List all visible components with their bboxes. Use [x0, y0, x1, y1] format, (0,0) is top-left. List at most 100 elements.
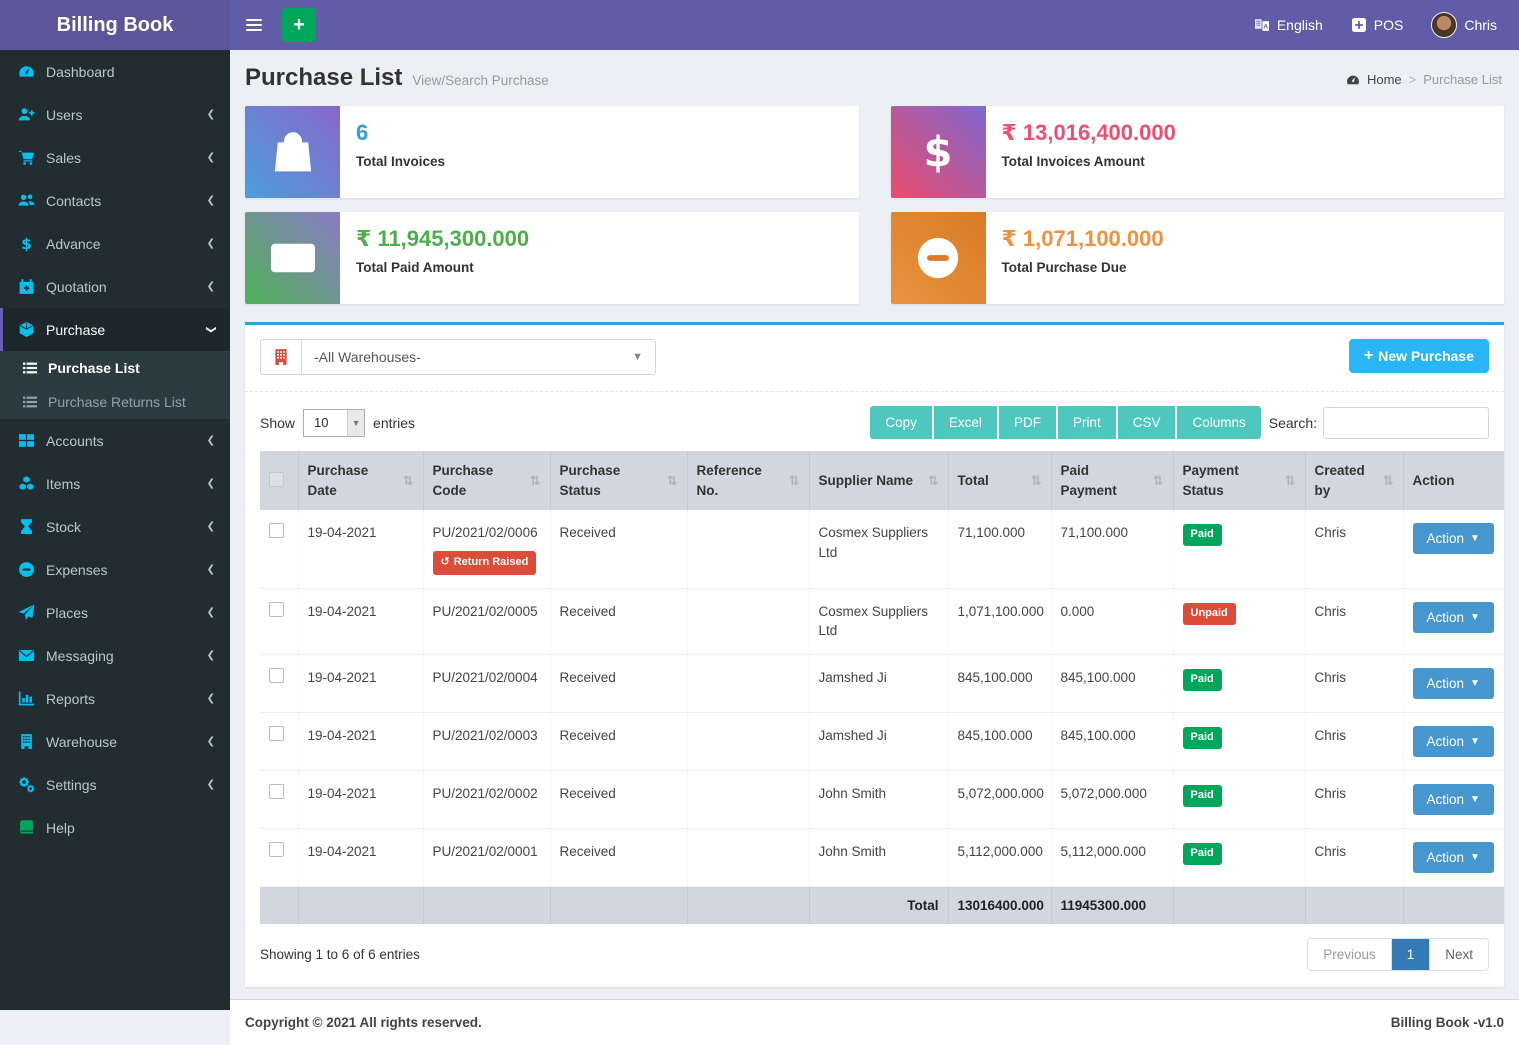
- column-header-paid-payment[interactable]: Paid Payment⇅: [1051, 451, 1173, 510]
- action-button[interactable]: Action ▼: [1413, 523, 1494, 554]
- sidebar-item-purchase-returns-list[interactable]: Purchase Returns List: [0, 385, 230, 419]
- new-purchase-button[interactable]: + New Purchase: [1349, 339, 1489, 373]
- cell-purchase-code: PU/2021/02/0003: [423, 712, 550, 770]
- caret-down-icon: ▼: [1470, 678, 1480, 689]
- print-export-button[interactable]: Print: [1058, 406, 1116, 439]
- version-text: Billing Book -v1.0: [1391, 1015, 1504, 1030]
- csv-export-button[interactable]: CSV: [1118, 406, 1176, 439]
- pdf-export-button[interactable]: PDF: [999, 406, 1056, 439]
- warehouse-select[interactable]: -All Warehouses- ▼: [301, 339, 656, 375]
- sort-icon[interactable]: ⇅: [789, 473, 800, 489]
- chevron-down-icon: ❮: [205, 325, 216, 333]
- column-header-total[interactable]: Total⇅: [948, 451, 1051, 510]
- cell-payment-status: Paid: [1173, 828, 1305, 886]
- sidebar-item-reports[interactable]: Reports❮: [0, 677, 230, 720]
- cell-paid-payment: 5,112,000.000: [1051, 828, 1173, 886]
- row-checkbox[interactable]: [269, 842, 284, 857]
- column-header-purchase-status[interactable]: Purchase Status⇅: [550, 451, 687, 510]
- column-header-purchase-date[interactable]: Purchase Date⇅: [298, 451, 423, 510]
- breadcrumb-home[interactable]: Home: [1367, 72, 1402, 87]
- sidebar-item-quotation[interactable]: Quotation❮: [0, 265, 230, 308]
- dollar-icon: $: [18, 235, 35, 252]
- cell-purchase-status: Received: [550, 712, 687, 770]
- sort-icon[interactable]: ⇅: [1383, 473, 1394, 489]
- app-logo[interactable]: Billing Book: [0, 0, 230, 50]
- sidebar-item-help[interactable]: Help: [0, 806, 230, 849]
- action-button[interactable]: Action ▼: [1413, 842, 1494, 873]
- copyright-text: Copyright © 2021 All rights reserved.: [245, 1015, 482, 1030]
- language-menu[interactable]: A English: [1254, 17, 1323, 33]
- action-button[interactable]: Action ▼: [1413, 726, 1494, 757]
- column-header-reference-no[interactable]: Reference No.⇅: [687, 451, 809, 510]
- action-button[interactable]: Action ▼: [1413, 784, 1494, 815]
- row-checkbox[interactable]: [269, 602, 284, 617]
- sidebar-item-messaging[interactable]: Messaging❮: [0, 634, 230, 677]
- select-all-checkbox[interactable]: [269, 472, 284, 487]
- action-button[interactable]: Action ▼: [1413, 668, 1494, 699]
- sort-icon[interactable]: ⇅: [928, 473, 939, 489]
- excel-export-button[interactable]: Excel: [934, 406, 997, 439]
- list-icon: [22, 360, 38, 376]
- hamburger-icon: [246, 19, 262, 21]
- pos-link[interactable]: POS: [1351, 17, 1404, 33]
- cell-purchase-code: PU/2021/02/0006↺Return Raised: [423, 510, 550, 588]
- sidebar-item-warehouse[interactable]: Warehouse❮: [0, 720, 230, 763]
- chevron-left-icon: ❮: [207, 435, 215, 446]
- cell-created-by: Chris: [1305, 510, 1403, 588]
- sidebar-item-contacts[interactable]: Contacts❮: [0, 179, 230, 222]
- sort-icon[interactable]: ⇅: [403, 473, 414, 489]
- row-checkbox[interactable]: [269, 726, 284, 741]
- row-checkbox[interactable]: [269, 523, 284, 538]
- sidebar-item-stock[interactable]: Stock❮: [0, 505, 230, 548]
- pagination-page-1[interactable]: 1: [1392, 939, 1431, 970]
- pagination-previous[interactable]: Previous: [1308, 939, 1392, 970]
- rotate-left-icon: ↺: [441, 555, 450, 571]
- table-row: 19-04-2021PU/2021/02/0004ReceivedJamshed…: [260, 654, 1504, 712]
- sidebar-item-purchase[interactable]: Purchase ❮: [0, 308, 230, 351]
- sidebar-item-accounts[interactable]: Accounts❮: [0, 419, 230, 462]
- sidebar-item-items[interactable]: Items❮: [0, 462, 230, 505]
- action-button[interactable]: Action ▼: [1413, 602, 1494, 633]
- sidebar-item-places[interactable]: Places❮: [0, 591, 230, 634]
- quick-add-button[interactable]: +: [282, 8, 316, 42]
- column-header-created-by[interactable]: Created by⇅: [1305, 451, 1403, 510]
- cell-purchase-date: 19-04-2021: [298, 770, 423, 828]
- user-menu[interactable]: Chris: [1431, 12, 1497, 38]
- sort-icon[interactable]: ⇅: [1031, 473, 1042, 489]
- sidebar-item-label: Purchase: [46, 322, 105, 338]
- sidebar-item-label: Stock: [46, 519, 81, 535]
- sort-icon[interactable]: ⇅: [530, 473, 541, 489]
- column-header-supplier-name[interactable]: Supplier Name⇅: [809, 451, 948, 510]
- row-checkbox[interactable]: [269, 668, 284, 683]
- column-header-purchase-code[interactable]: Purchase Code⇅: [423, 451, 550, 510]
- cell-created-by: Chris: [1305, 828, 1403, 886]
- sidebar-toggle-button[interactable]: [230, 0, 278, 50]
- select-all-header: [260, 451, 298, 510]
- search-input[interactable]: [1323, 407, 1489, 439]
- sort-icon[interactable]: ⇅: [1153, 473, 1164, 489]
- svg-text:$: $: [924, 129, 953, 175]
- sidebar-item-advance[interactable]: $Advance❮: [0, 222, 230, 265]
- book-icon: [18, 819, 35, 836]
- column-header-payment-status[interactable]: Payment Status⇅: [1173, 451, 1305, 510]
- pagination-next[interactable]: Next: [1430, 939, 1488, 970]
- breadcrumb-current: Purchase List: [1423, 72, 1502, 87]
- row-checkbox[interactable]: [269, 784, 284, 799]
- sort-icon[interactable]: ⇅: [667, 473, 678, 489]
- sidebar-item-expenses[interactable]: Expenses❮: [0, 548, 230, 591]
- sidebar-item-dashboard[interactable]: Dashboard: [0, 50, 230, 93]
- pos-label: POS: [1374, 17, 1404, 33]
- cell-purchase-status: Received: [550, 588, 687, 654]
- columns-export-button[interactable]: Columns: [1177, 406, 1260, 439]
- cell-purchase-status: Received: [550, 510, 687, 588]
- sidebar-item-users[interactable]: Users❮: [0, 93, 230, 136]
- copy-export-button[interactable]: Copy: [870, 406, 932, 439]
- cell-created-by: Chris: [1305, 770, 1403, 828]
- sort-icon[interactable]: ⇅: [1285, 473, 1296, 489]
- plus-square-icon: [1351, 17, 1367, 33]
- sidebar-item-settings[interactable]: Settings❮: [0, 763, 230, 806]
- sidebar-item-purchase-list[interactable]: Purchase List: [0, 351, 230, 385]
- stat-card-total-paid-amount: 1₹ 11,945,300.000Total Paid Amount: [245, 212, 859, 304]
- sidebar-item-sales[interactable]: Sales❮: [0, 136, 230, 179]
- page-length-select[interactable]: 10 ▼: [303, 409, 365, 437]
